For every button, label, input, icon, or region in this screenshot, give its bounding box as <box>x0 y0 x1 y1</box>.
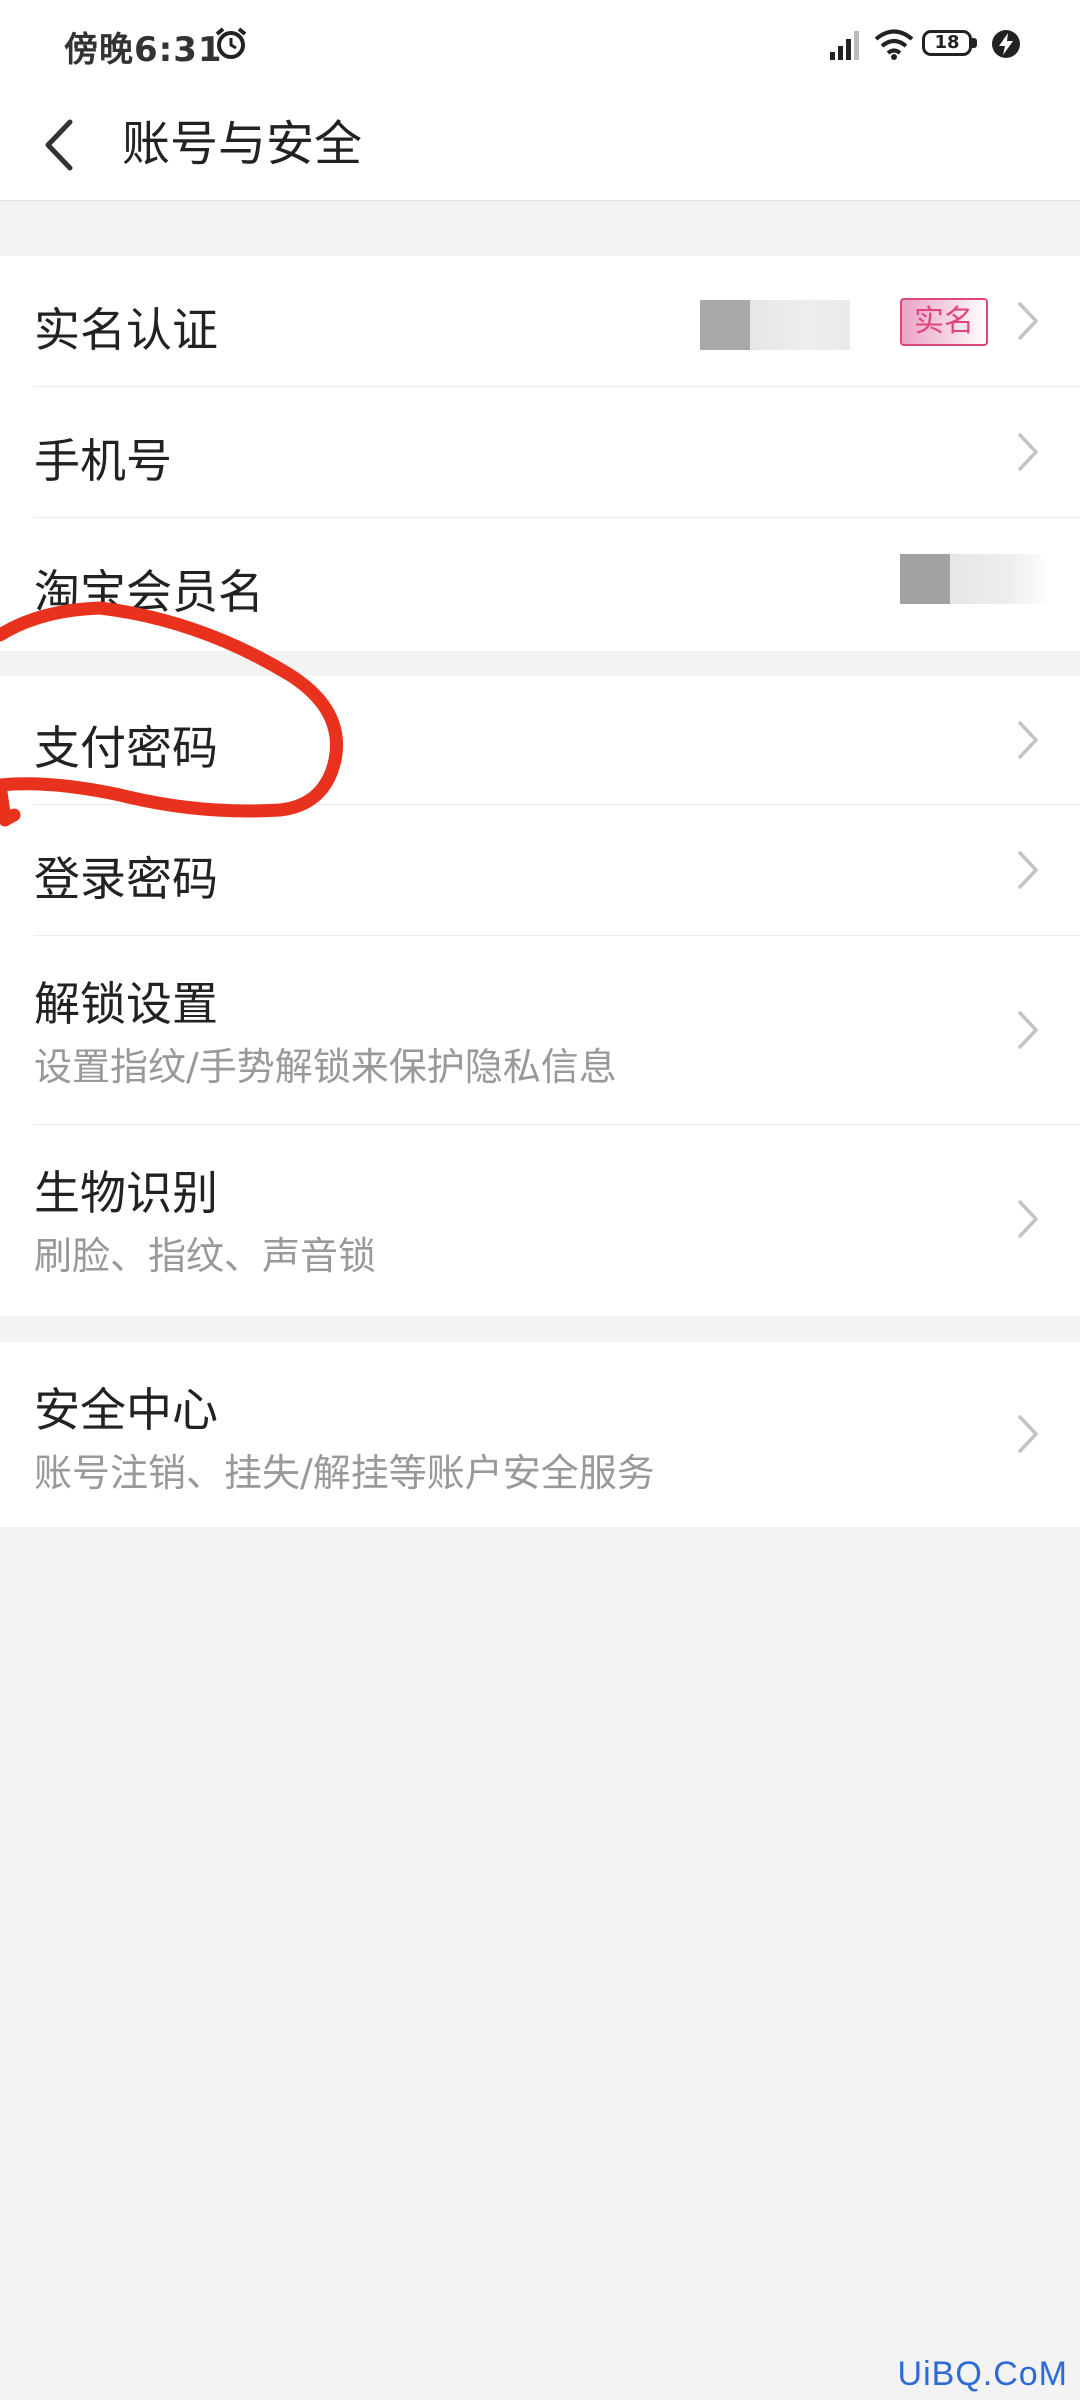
battery-icon: 18 <box>922 30 972 56</box>
list-item-label: 实名认证 <box>34 303 218 357</box>
chevron-right-icon <box>1018 721 1038 759</box>
list-item-label: 解锁设置 <box>34 977 218 1031</box>
chevron-right-icon <box>1018 851 1038 889</box>
list-item-security-center[interactable]: 安全中心 账号注销、挂失/解挂等账户安全服务 <box>0 1342 1080 1527</box>
list-item-biometrics[interactable]: 生物识别 刷脸、指纹、声音锁 <box>0 1125 1080 1313</box>
chevron-right-icon <box>1018 1200 1038 1238</box>
nav-bar: 账号与安全 <box>0 90 1080 201</box>
chevron-right-icon <box>1018 433 1038 471</box>
list-item-subtitle: 设置指纹/手势解锁来保护隐私信息 <box>34 1045 617 1089</box>
watermark: UiBQ.CoM <box>897 2355 1068 2393</box>
list-item-label: 安全中心 <box>34 1383 218 1437</box>
list-item-unlock-settings[interactable]: 解锁设置 设置指纹/手势解锁来保护隐私信息 <box>0 936 1080 1124</box>
wifi-icon <box>874 29 914 60</box>
list-item-label: 手机号 <box>34 434 172 488</box>
signal-icon <box>830 31 859 60</box>
charging-icon <box>992 30 1020 58</box>
masked-name-block <box>950 554 1050 604</box>
battery-level: 18 <box>934 32 960 53</box>
page-title: 账号与安全 <box>122 116 363 172</box>
list-item-subtitle: 账号注销、挂失/解挂等账户安全服务 <box>34 1451 655 1495</box>
masked-name-block <box>900 554 950 604</box>
chevron-left-icon[interactable] <box>40 112 80 178</box>
status-time: 傍晚6:31 <box>64 30 223 70</box>
chevron-right-icon <box>1018 1415 1038 1453</box>
alarm-icon <box>215 27 247 59</box>
list-item-phone[interactable]: 手机号 <box>0 387 1080 517</box>
battery-tip <box>972 38 977 48</box>
chevron-right-icon <box>1018 302 1038 340</box>
masked-name-block <box>700 300 750 350</box>
list-item-label: 登录密码 <box>34 852 218 906</box>
status-bar: 傍晚6:31 18 <box>0 0 1080 90</box>
real-name-badge: 实名 <box>900 298 988 346</box>
chevron-right-icon <box>1018 1011 1038 1049</box>
list-item-label: 生物识别 <box>34 1166 218 1220</box>
masked-name-block <box>750 300 850 350</box>
security-center-group: 安全中心 账号注销、挂失/解挂等账户安全服务 <box>0 1342 1080 1527</box>
annotation-circle <box>0 601 343 827</box>
list-item-subtitle: 刷脸、指纹、声音锁 <box>34 1234 377 1278</box>
